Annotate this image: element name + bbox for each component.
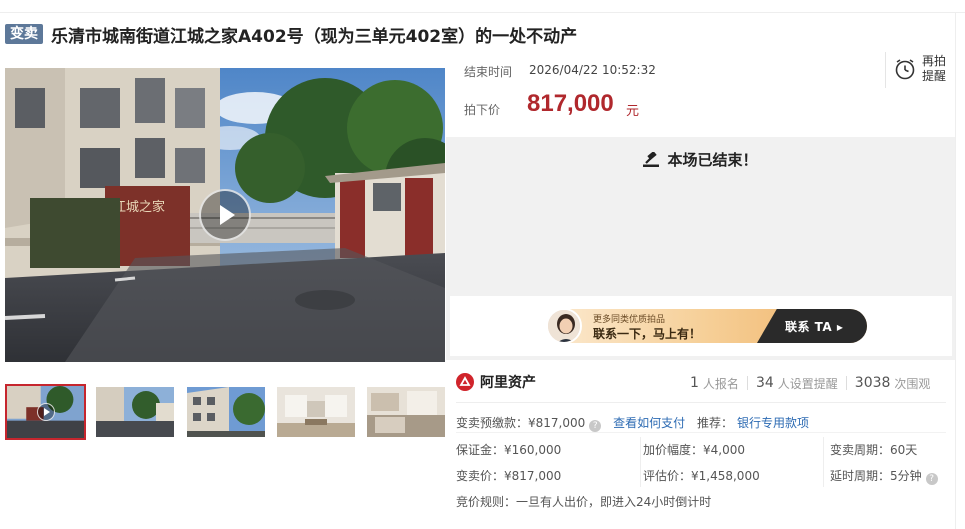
play-video-button[interactable] xyxy=(199,189,251,241)
section-divider xyxy=(456,402,946,403)
remind-label: 再拍提醒 xyxy=(922,54,947,83)
deposit-row: 变卖预缴款：¥817,000? 查看如何支付 推荐： 银行专用款项 xyxy=(456,414,809,432)
final-price: 817,000 xyxy=(527,90,614,117)
help-icon[interactable]: ? xyxy=(589,420,602,432)
deposit-label: 变卖预缴款： xyxy=(456,416,529,430)
margin-text: 保证金：¥160,000 xyxy=(456,443,562,457)
title-row: 变卖 乐清市城南街道江城之家A402号（现为三单元402室）的一处不动产 xyxy=(5,22,578,47)
contact-subtitle: 更多同类优质拍品 xyxy=(593,315,666,325)
gavel-icon xyxy=(643,152,660,167)
auction-stats: 1 人报名 34 人设置提醒 3038 次围观 xyxy=(690,374,930,392)
help-icon[interactable]: ? xyxy=(925,473,938,485)
bid-rule-label: 竞价规则： xyxy=(456,495,517,509)
bid-rule-text: 一旦有人出价，即进入24小时倒计时 xyxy=(516,495,712,509)
thumbnail-living-room[interactable] xyxy=(277,387,355,437)
reminders-count: 34 xyxy=(755,375,774,391)
thumbnail-strip xyxy=(5,384,445,440)
appraisal-text: 评估价：¥1,458,000 xyxy=(643,469,760,483)
contact-ta-button[interactable]: 更多同类优质拍品 联系一下，马上有！ 联系 TA ▸ xyxy=(547,309,867,343)
ali-assets-logo: 阿里资产 xyxy=(456,372,536,392)
right-border xyxy=(955,12,956,529)
thumbnail-street-view[interactable] xyxy=(96,387,174,437)
bank-payment-link[interactable]: 银行专用款项 xyxy=(737,416,809,430)
thumbnail-video-entrance[interactable] xyxy=(5,384,86,440)
views-count: 3038 xyxy=(854,375,891,391)
entrance-sign-text: 江城之家 xyxy=(113,199,165,215)
thumbnail-kitchen[interactable] xyxy=(367,387,445,437)
column-divider xyxy=(823,437,824,487)
contact-main-text: 联系一下，马上有！ xyxy=(593,327,702,341)
delay-row: 延时周期：5分钟? xyxy=(830,467,938,485)
alarm-clock-icon xyxy=(895,59,915,80)
sale-price-text: 变卖价：¥817,000 xyxy=(456,469,562,483)
period-text: 变卖周期：60天 xyxy=(830,443,918,457)
how-to-pay-link[interactable]: 查看如何支付 xyxy=(613,416,685,430)
reminders-label: 人设置提醒 xyxy=(777,376,838,391)
agent-avatar xyxy=(546,308,582,344)
section-divider xyxy=(456,432,946,433)
signups-count: 1 xyxy=(690,375,699,391)
stats-divider xyxy=(845,376,847,390)
contact-banner: 更多同类优质拍品 联系一下，马上有！ 联系 TA ▸ xyxy=(450,296,952,356)
increment-text: 加价幅度：¥4,000 xyxy=(643,443,745,457)
end-time-label: 结束时间 xyxy=(464,65,513,79)
remind-button[interactable]: 再拍提醒 xyxy=(885,52,953,88)
delay-text: 延时周期：5分钟 xyxy=(830,469,922,483)
contact-ta-label: 联系 TA ▸ xyxy=(785,320,844,334)
end-time-value: 2026/04/22 10:52:32 xyxy=(529,63,656,77)
bid-rule-row: 竞价规则：一旦有人出价，即进入24小时倒计时 xyxy=(456,493,711,510)
recommend-label: 推荐： xyxy=(696,416,733,430)
stats-divider xyxy=(746,376,748,390)
play-icon xyxy=(220,205,235,225)
ali-assets-icon xyxy=(456,373,474,391)
auction-ended-text: 本场已结束！ xyxy=(667,151,758,169)
main-photo[interactable]: 江城之家 xyxy=(5,68,445,362)
contact-ta-cta[interactable]: 联系 TA ▸ xyxy=(757,309,867,343)
column-divider xyxy=(640,437,641,487)
thumbnail-building-exterior[interactable] xyxy=(187,387,265,437)
page-title: 乐清市城南街道江城之家A402号（现为三单元402室）的一处不动产 xyxy=(51,26,578,47)
price-label: 拍下价 xyxy=(464,103,501,117)
price-unit: 元 xyxy=(626,104,640,119)
sale-type-badge: 变卖 xyxy=(5,24,43,44)
views-label: 次围观 xyxy=(894,376,931,391)
top-border xyxy=(0,12,965,13)
deposit-value: ¥817,000 xyxy=(528,416,586,430)
platform-name: 阿里资产 xyxy=(480,375,536,391)
auction-ended-title: 本场已结束！ xyxy=(446,149,955,170)
signups-label: 人报名 xyxy=(702,376,739,391)
play-icon xyxy=(36,403,55,421)
